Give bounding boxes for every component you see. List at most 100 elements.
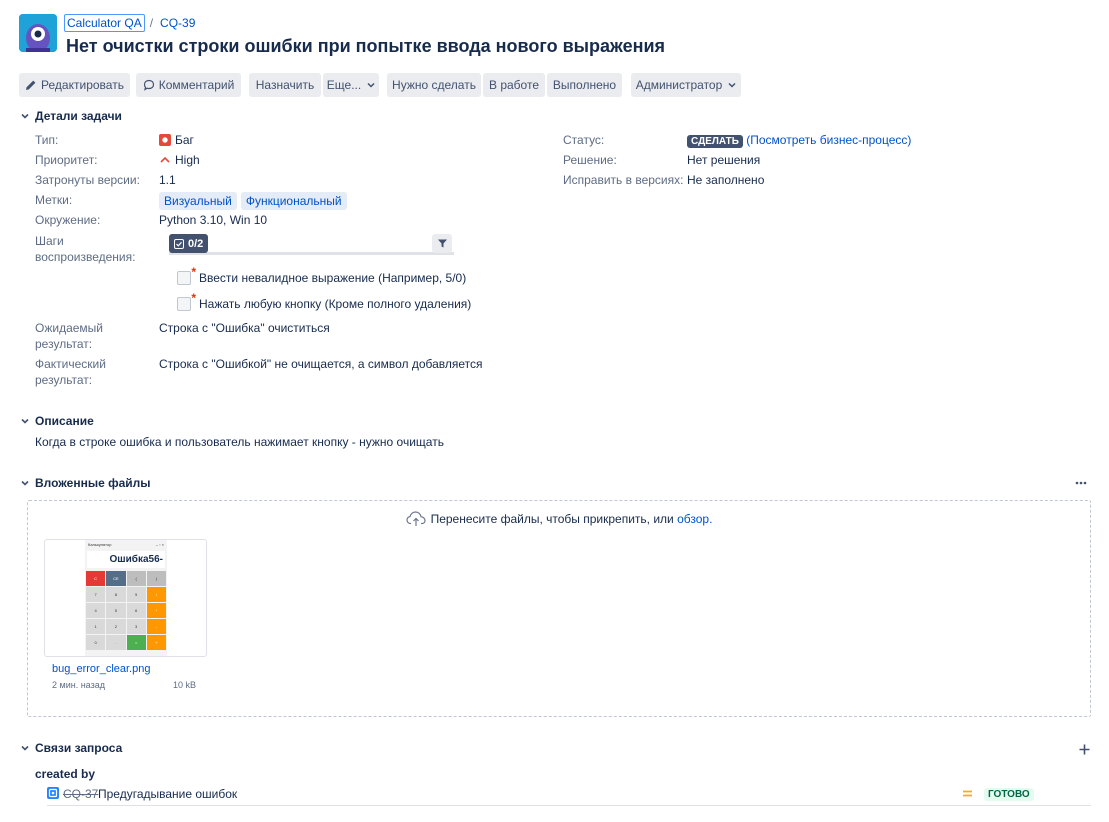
labels-label: Метки: [35, 193, 73, 207]
status-value: СДЕЛАТЬ (Посмотреть бизнес-процесс) [687, 132, 911, 150]
actual-result-label: Фактический результат: [35, 356, 106, 388]
type-value-text: Баг [175, 133, 194, 147]
steps-label-line1: Шаги [35, 234, 64, 248]
breadcrumb-issue-key-link[interactable]: CQ-39 [160, 16, 195, 30]
actual-label-line1: Фактический [35, 357, 106, 371]
attachment-size: 10 kB [173, 680, 197, 690]
link-relation-label: created by [35, 767, 96, 781]
linked-issue-row[interactable]: CQ-37 Предугадывание ошибок ГОТОВО [47, 786, 1091, 806]
plus-icon[interactable] [1077, 742, 1091, 756]
attachment-drop-zone[interactable]: Перенесите файлы, чтобы прикрепить, или … [27, 500, 1091, 717]
preview-key: = [126, 635, 146, 650]
admin-dropdown-label: Администратор [635, 78, 723, 92]
comment-button[interactable]: Комментарий [136, 73, 241, 97]
more-dropdown[interactable]: Еще... [323, 73, 379, 97]
checkbox-checked-icon [174, 238, 184, 249]
transition-in-progress-button[interactable]: В работе [483, 73, 545, 97]
fix-versions-value: Не заполнено [687, 173, 765, 187]
preview-key: 2 [106, 619, 126, 634]
preview-key: 7 [86, 587, 106, 602]
project-avatar[interactable] [19, 14, 57, 52]
bug-icon [159, 134, 171, 146]
label-tag[interactable]: Визуальный [159, 192, 237, 210]
filter-button[interactable] [432, 234, 452, 253]
window-controls-icon: – ▫ × [155, 542, 164, 547]
links-heading: Связи запроса [35, 741, 123, 755]
breadcrumb-project-link[interactable]: Calculator QA [64, 14, 145, 32]
transition-done-button[interactable]: Выполнено [547, 73, 622, 97]
links-section-toggle[interactable]: Связи запроса [19, 741, 122, 755]
calculator-preview-image: Калькулятор – ▫ × Ошибка56- C CE() 7 8 9/ 4 5 6… [85, 540, 167, 656]
required-mark: * [191, 291, 196, 305]
expected-label-line1: Ожидаемый [35, 321, 103, 335]
expected-result-value: Строка с "Ошибка" очиститься [159, 321, 330, 335]
attachment-file-name[interactable]: bug_error_clear.png [52, 663, 150, 675]
comment-icon [143, 79, 155, 91]
filter-icon [437, 238, 448, 249]
actual-result-value: Строка с "Ошибкой" не очищается, а симво… [159, 357, 483, 371]
chevron-down-icon [19, 418, 31, 424]
preview-key: . [106, 635, 126, 650]
assign-button[interactable]: Назначить [249, 73, 321, 97]
steps-label: Шаги воспроизведения: [35, 233, 135, 265]
page-title[interactable]: Нет очистки строки ошибки при попытке вв… [66, 36, 665, 57]
affects-versions-value[interactable]: 1.1 [159, 172, 176, 188]
ellipsis-icon[interactable] [1073, 476, 1089, 490]
breadcrumb-separator: / [149, 16, 154, 30]
breadcrumb: Calculator QA / CQ-39 [64, 14, 195, 32]
steps-label-line2: воспроизведения: [35, 250, 136, 264]
labels-value: Визуальный Функциональный [159, 192, 351, 210]
chevron-down-icon [728, 82, 736, 88]
edit-button[interactable]: Редактировать [19, 73, 130, 97]
checklist-item-text: Ввести невалидное выражение (Например, 5… [199, 271, 467, 285]
type-label: Тип: [35, 133, 59, 147]
status-label: Статус: [563, 133, 605, 147]
checklist-progress-badge[interactable]: 0/2 [169, 234, 209, 253]
assign-button-label: Назначить [255, 78, 315, 92]
description-text[interactable]: Когда в строке ошибка и пользователь наж… [35, 434, 444, 450]
transition-todo-label: Нужно сделать [392, 78, 476, 92]
preview-keypad: C CE() 7 8 9/ 4 5 6 * 1 2 3- 0. = + [85, 571, 167, 650]
preview-display: Ошибка56- [87, 551, 165, 568]
checklist-header: 0/2 [169, 233, 454, 255]
checklist-checkbox[interactable]: * [177, 265, 196, 285]
chevron-down-icon [19, 113, 31, 119]
label-tag[interactable]: Функциональный [240, 192, 347, 210]
description-section-toggle[interactable]: Описание [19, 414, 94, 428]
transition-todo-button[interactable]: Нужно сделать [387, 73, 481, 97]
preview-key: 6 [126, 603, 146, 618]
environment-value: Python 3.10, Win 10 [159, 213, 268, 227]
preview-key: 3 [126, 619, 146, 634]
edit-button-label: Редактировать [41, 78, 124, 92]
expected-result-label: Ожидаемый результат: [35, 320, 103, 352]
attachments-section-toggle[interactable]: Вложенные файлы [19, 476, 151, 490]
chevron-down-icon [19, 480, 31, 486]
linked-issue-summary[interactable]: Предугадывание ошибок [98, 786, 237, 802]
checklist-checkbox[interactable]: * [177, 291, 196, 311]
more-dropdown-label: Еще... [326, 78, 362, 92]
environment-label: Окружение: [35, 213, 101, 227]
chevron-down-icon [19, 745, 31, 751]
affects-versions-label: Затронуты версии: [35, 173, 140, 187]
linked-issue-key[interactable]: CQ-37 [63, 786, 98, 802]
linked-issue-status: ГОТОВО [984, 788, 1034, 801]
attachment-thumbnail[interactable]: Калькулятор – ▫ × Ошибка56- C CE() 7 8 9/ 4 5 6… [44, 539, 207, 657]
priority-high-icon [159, 154, 171, 166]
browse-link[interactable]: обзор. [677, 512, 712, 526]
type-value: Баг [159, 132, 194, 148]
attachment-age: 2 мин. назад [52, 680, 105, 690]
drop-zone-text: Перенесите файлы, чтобы прикрепить, или [430, 512, 674, 526]
checklist-item: * Ввести невалидное выражение (Например,… [177, 265, 467, 287]
task-type-icon [47, 787, 59, 799]
admin-dropdown[interactable]: Администратор [631, 73, 741, 97]
preview-key: 8 [106, 587, 126, 602]
view-workflow-link[interactable]: (Посмотреть бизнес-процесс) [746, 133, 911, 147]
resolution-label: Решение: [563, 153, 617, 167]
transition-in-progress-label: В работе [488, 78, 539, 92]
details-section-toggle[interactable]: Детали задачи [19, 109, 122, 123]
details-heading: Детали задачи [35, 109, 122, 123]
resolution-value: Нет решения [687, 153, 761, 167]
required-mark: * [191, 265, 196, 279]
preview-key: 4 [86, 603, 106, 618]
preview-key: CE [106, 571, 126, 586]
